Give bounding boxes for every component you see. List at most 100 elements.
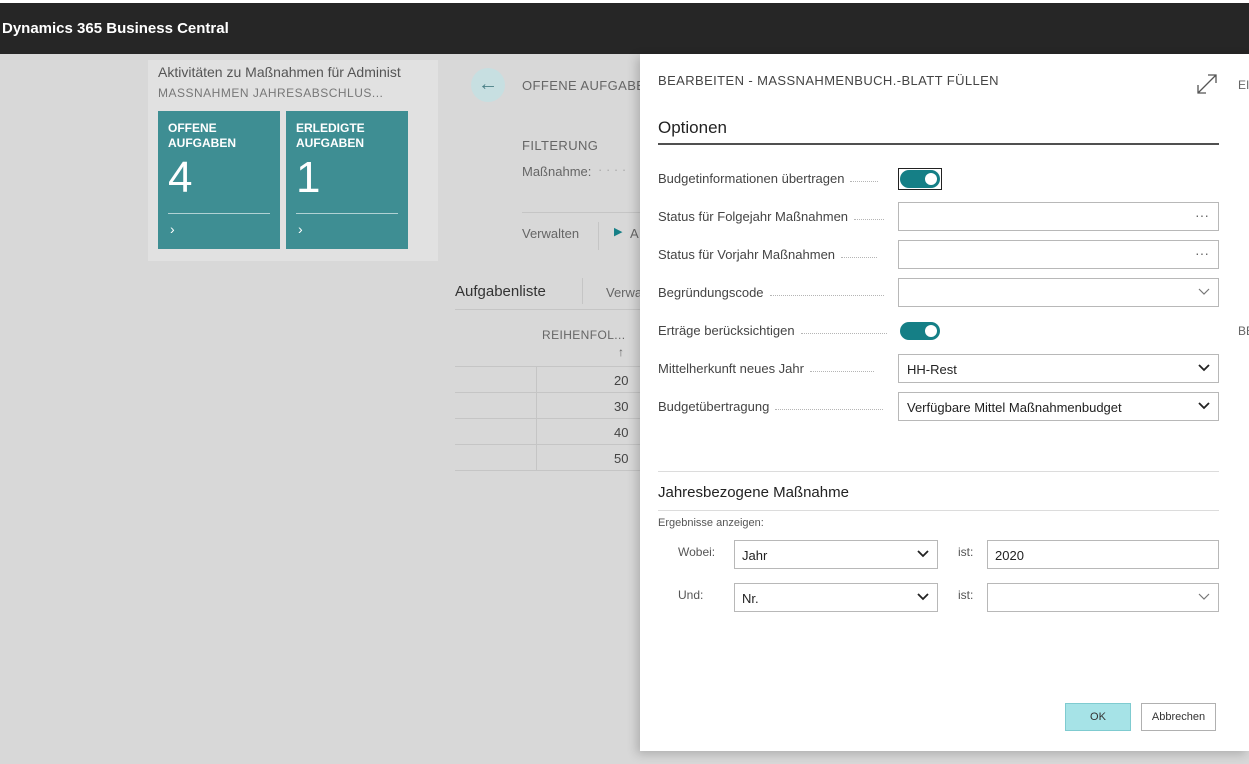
- filter-operator: ist:: [958, 588, 974, 602]
- tile-divider: [296, 213, 398, 214]
- top-bar: Dynamics 365 Business Central: [0, 0, 1249, 54]
- expand-icon[interactable]: [1195, 72, 1219, 96]
- filter-dots: · · · ·: [598, 162, 627, 177]
- label-text: Mittelherkunft neues Jahr: [658, 361, 804, 376]
- dialog-title: BEARBEITEN - MASSNAHMENBUCH.-BLATT FÜLLE…: [658, 73, 999, 88]
- column-header-order[interactable]: REIHENFOL...: [542, 328, 625, 342]
- cancel-button[interactable]: Abbrechen: [1141, 703, 1216, 731]
- fund-source-label: Mittelherkunft neues Jahr: [658, 361, 874, 376]
- section-divider: [658, 471, 1219, 472]
- row-divider: [455, 366, 640, 367]
- task-list-title: Aufgabenliste: [455, 283, 546, 300]
- leader-dots: [800, 333, 887, 334]
- row-divider: [455, 444, 640, 445]
- label-text: Erträge berücksichtigen: [658, 323, 795, 338]
- leader-dots: [769, 295, 884, 296]
- lookup-ellipsis-icon[interactable]: ···: [1195, 245, 1209, 261]
- column-divider: [536, 366, 537, 470]
- tile-divider: [168, 213, 270, 214]
- table-row[interactable]: 20: [614, 373, 628, 388]
- leader-dots: [854, 219, 885, 220]
- filter-value-input[interactable]: [987, 583, 1219, 612]
- tile-completed-tasks[interactable]: ERLEDIGTE AUFGABEN 1 ›: [286, 111, 408, 249]
- leader-dots: [809, 371, 874, 372]
- field-value: HH-Rest: [907, 362, 957, 377]
- tile-count: 4: [168, 153, 193, 202]
- fund-source-select[interactable]: HH-Rest: [898, 354, 1219, 383]
- table-row[interactable]: 30: [614, 399, 628, 414]
- row-divider: [455, 470, 640, 471]
- budget-transfer-toggle[interactable]: [900, 170, 940, 188]
- reason-code-label: Begründungscode: [658, 285, 884, 300]
- activities-heading: Aktivitäten zu Maßnahmen für Administ: [158, 64, 401, 80]
- filter-operator: ist:: [958, 545, 974, 559]
- app-title[interactable]: Dynamics 365 Business Central: [2, 20, 229, 37]
- task-list-manage[interactable]: Verwa: [606, 285, 642, 300]
- bg-edge-text: EI: [1238, 78, 1249, 92]
- field-value: Jahr: [742, 548, 768, 563]
- toggle-knob: [925, 173, 937, 185]
- filter-prefix: Und:: [678, 588, 704, 602]
- filter-label: Maßnahme:: [522, 164, 592, 179]
- chevron-right-icon: ›: [170, 221, 175, 237]
- tile-label: OFFENE AUFGABEN: [168, 121, 236, 150]
- tile-label: ERLEDIGTE AUFGABEN: [296, 121, 365, 150]
- sort-ascending-icon: ↑: [618, 345, 624, 359]
- reason-code-field[interactable]: [898, 278, 1219, 307]
- label-text: Status für Folgejahr Maßnahmen: [658, 209, 849, 224]
- leader-dots: [775, 409, 884, 410]
- table-row[interactable]: 40: [614, 425, 628, 440]
- chevron-down-icon[interactable]: [917, 550, 929, 558]
- budget-carry-select[interactable]: Verfügbare Mittel Maßnahmenbudget: [898, 392, 1219, 421]
- lookup-ellipsis-icon[interactable]: ···: [1195, 207, 1209, 223]
- page-header: OFFENE AUFGABE: [522, 78, 646, 93]
- row-divider: [455, 418, 640, 419]
- label-text: Budgetinformationen übertragen: [658, 171, 845, 186]
- filter-field-select[interactable]: Jahr: [734, 540, 938, 569]
- chevron-down-icon[interactable]: [1198, 402, 1210, 410]
- status-prev-year-label: Status für Vorjahr Maßnahmen: [658, 247, 878, 262]
- activities-subheading: MASSNAHMEN JAHRESABSCHLUS...: [158, 86, 384, 100]
- filter-value-input[interactable]: 2020: [987, 540, 1219, 569]
- play-icon: ▶: [614, 226, 623, 238]
- action-label[interactable]: A: [630, 226, 639, 241]
- field-value: 2020: [995, 548, 1024, 563]
- chevron-down-icon[interactable]: [1198, 288, 1210, 296]
- manage-action[interactable]: Verwalten: [522, 226, 579, 241]
- options-section-title: Optionen: [658, 118, 727, 137]
- tile-count: 1: [296, 153, 321, 202]
- chevron-down-icon[interactable]: [917, 593, 929, 601]
- filter-field-select[interactable]: Nr.: [734, 583, 938, 612]
- fill-journal-dialog: BEARBEITEN - MASSNAHMENBUCH.-BLATT FÜLLE…: [640, 54, 1249, 751]
- divider: [455, 309, 640, 310]
- label-text: Status für Vorjahr Maßnahmen: [658, 247, 836, 262]
- budget-carry-label: Budgetübertragung: [658, 399, 884, 414]
- tile-open-tasks[interactable]: OFFENE AUFGABEN 4 ›: [158, 111, 280, 249]
- income-label: Erträge berücksichtigen: [658, 323, 887, 338]
- back-arrow-icon[interactable]: ←: [471, 68, 505, 102]
- field-value: Verfügbare Mittel Maßnahmenbudget: [907, 400, 1122, 415]
- label-text: Budgetübertragung: [658, 399, 770, 414]
- year-section-title: Jahresbezogene Maßnahme: [658, 484, 849, 501]
- toggle-knob: [925, 325, 937, 337]
- label-text: Begründungscode: [658, 285, 764, 300]
- chevron-down-icon[interactable]: [1198, 364, 1210, 372]
- status-next-year-field[interactable]: ···: [898, 202, 1219, 231]
- field-value: Nr.: [742, 591, 759, 606]
- income-toggle[interactable]: [900, 322, 940, 340]
- divider: [522, 212, 640, 213]
- bg-edge-text: BE: [1238, 324, 1249, 338]
- status-prev-year-field[interactable]: ···: [898, 240, 1219, 269]
- divider: [582, 278, 583, 304]
- table-row[interactable]: 50: [614, 451, 628, 466]
- leader-dots: [841, 257, 878, 258]
- chevron-down-icon[interactable]: [1198, 593, 1210, 601]
- budget-transfer-label: Budgetinformationen übertragen: [658, 171, 879, 186]
- results-label: Ergebnisse anzeigen:: [658, 517, 764, 529]
- divider: [598, 222, 599, 250]
- leader-dots: [850, 181, 879, 182]
- filter-prefix: Wobei:: [678, 545, 716, 559]
- chevron-right-icon: ›: [298, 221, 303, 237]
- section-divider: [658, 143, 1219, 145]
- ok-button[interactable]: OK: [1065, 703, 1131, 731]
